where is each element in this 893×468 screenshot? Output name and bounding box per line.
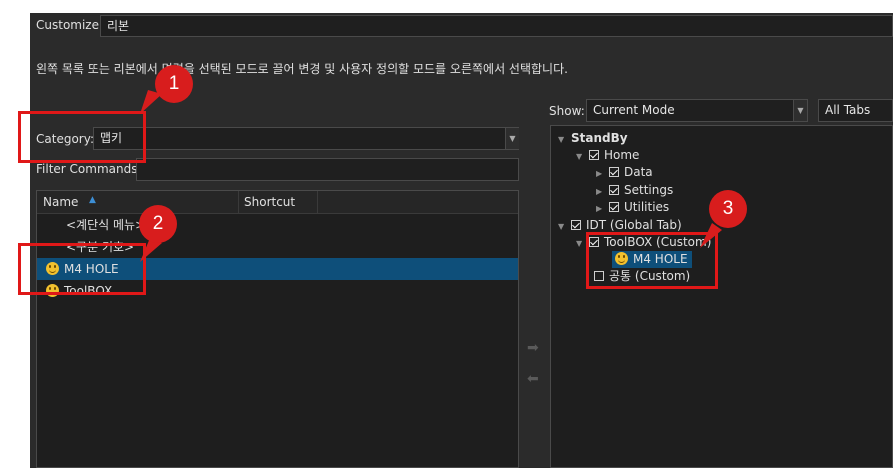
callout-number-3: 3 [709, 190, 747, 228]
callout-number-1: 1 [155, 65, 193, 103]
callout-pointer-3 [700, 223, 722, 248]
callout-pointers [140, 90, 722, 262]
callout-number-2: 2 [139, 205, 177, 243]
